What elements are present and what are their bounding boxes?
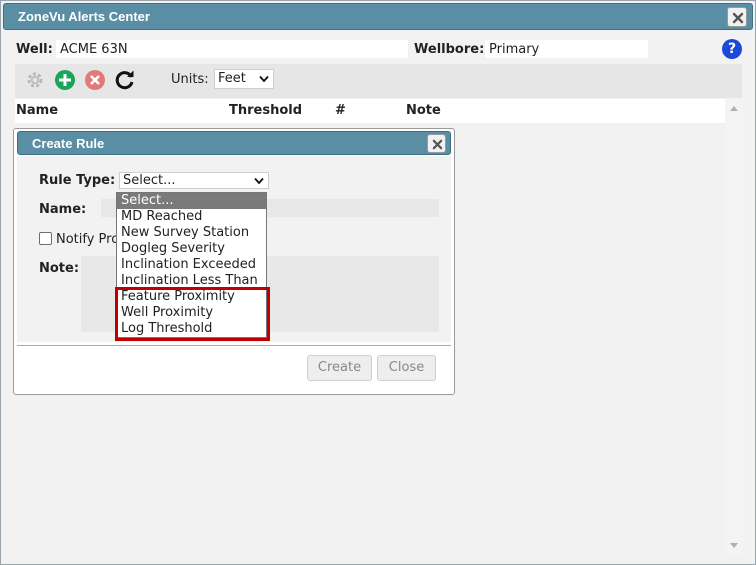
wellbore-field[interactable]: Primary	[484, 39, 649, 59]
help-icon[interactable]: ?	[722, 39, 742, 59]
units-select[interactable]: Feet	[214, 69, 274, 89]
rule-type-label: Rule Type:	[39, 173, 116, 188]
remove-icon[interactable]	[84, 69, 106, 91]
dropdown-option-new-survey-station[interactable]: New Survey Station	[117, 225, 266, 241]
dialog-titlebar: Create Rule	[17, 131, 451, 155]
dialog-title: Create Rule	[32, 136, 105, 151]
dialog-close-button[interactable]	[427, 134, 446, 153]
column-header-count[interactable]: #	[335, 103, 346, 118]
refresh-icon[interactable]	[114, 69, 136, 91]
wellbore-label: Wellbore:	[414, 42, 485, 57]
rule-type-value: Select...	[123, 173, 176, 188]
notify-label: Notify Pro	[56, 232, 120, 247]
column-header-name[interactable]: Name	[16, 103, 58, 118]
column-header-note[interactable]: Note	[406, 103, 441, 118]
chevron-down-icon	[259, 75, 269, 83]
notify-checkbox[interactable]	[39, 232, 52, 245]
close-icon	[432, 139, 443, 150]
add-icon[interactable]	[54, 69, 76, 91]
close-icon	[732, 12, 744, 24]
gear-icon[interactable]	[24, 69, 46, 91]
window-close-button[interactable]	[727, 7, 747, 27]
well-field[interactable]: ACME 63N	[55, 39, 409, 59]
well-label: Well:	[16, 42, 53, 57]
scroll-down-icon[interactable]	[730, 543, 738, 549]
dropdown-option-inclination-exceeded[interactable]: Inclination Exceeded	[117, 257, 266, 273]
units-value: Feet	[218, 71, 246, 86]
scroll-up-icon[interactable]	[730, 105, 738, 111]
name-label: Name:	[39, 202, 87, 217]
close-button[interactable]: Close	[377, 355, 436, 381]
dropdown-option-md-reached[interactable]: MD Reached	[117, 209, 266, 225]
dropdown-option-select[interactable]: Select...	[117, 193, 266, 209]
rules-scrollbar[interactable]	[725, 99, 743, 555]
rule-type-select[interactable]: Select...	[119, 172, 269, 189]
window-titlebar: ZoneVu Alerts Center	[3, 3, 753, 30]
rules-table-header: Name Threshold # Note	[15, 99, 725, 123]
note-label: Note:	[39, 261, 80, 276]
window-title: ZoneVu Alerts Center	[18, 9, 150, 24]
column-header-threshold[interactable]: Threshold	[229, 103, 302, 118]
dropdown-option-dogleg-severity[interactable]: Dogleg Severity	[117, 241, 266, 257]
create-button[interactable]: Create	[307, 355, 372, 381]
highlight-annotation	[115, 287, 270, 341]
toolbar: Units: Feet	[15, 64, 742, 98]
units-label: Units:	[171, 72, 209, 87]
dialog-footer: Create Close	[17, 345, 451, 391]
chevron-down-icon	[254, 177, 264, 185]
